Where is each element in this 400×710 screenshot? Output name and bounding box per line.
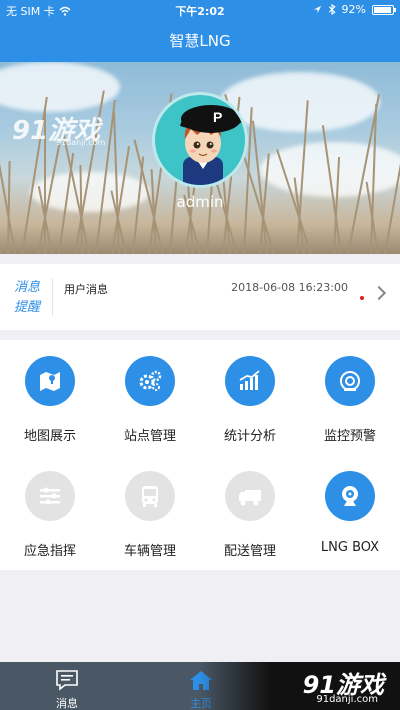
truck-icon [225,471,275,521]
watermark-url: 91danji.com [316,694,378,705]
grid-item-label: 车辆管理 [123,544,176,559]
username-label: admin [176,193,224,211]
divider [52,278,53,316]
status-bar: 无 SIM 卡 下午2:02 92% [0,0,400,20]
grid-item-stations[interactable]: 站点管理 [100,340,200,455]
grid-item-lng-box[interactable]: LNG BOX [300,455,400,570]
message-icon [56,670,78,691]
message-time: 2018-06-08 16:23:00 [231,281,348,294]
grid-item-label: 配送管理 [223,544,276,559]
grid-item-delivery[interactable]: 配送管理 [200,455,300,570]
grid-item-map[interactable]: 地图展示 [0,340,100,455]
gears-icon [125,356,175,406]
profile-banner: 91游戏 91danji.com P admin [0,62,400,254]
svg-text:P: P [213,109,222,125]
bluetooth-icon [328,4,336,15]
grid-item-label: 统计分析 [223,429,276,444]
status-right: 92% [313,3,396,16]
message-reminder-row[interactable]: 消息提醒 用户消息 2018-06-08 16:23:00 [0,264,400,330]
function-grid: 地图展示 站点管理 统计分析 监控预警 应急指挥 车辆管理 配送管理 LNG B… [0,340,400,570]
bus-icon [125,471,175,521]
avatar-portrait: P [180,105,245,185]
grid-item-emergency[interactable]: 应急指挥 [0,455,100,570]
grid-item-label: 地图展示 [23,429,76,444]
battery-icon [372,4,396,15]
sliders-icon [25,471,75,521]
grid-item-statistics[interactable]: 统计分析 [200,340,300,455]
battery-fill [374,6,391,13]
tab-messages[interactable]: 消息 [0,662,134,710]
grid-item-label: LNG BOX [320,540,380,555]
top-bar: 无 SIM 卡 下午2:02 92% 智慧LNG [0,0,400,62]
watermark-badge: 91游戏 91danji.com [200,662,400,710]
grid-item-label: 站点管理 [123,429,176,444]
battery-percent: 92% [341,3,366,16]
grid-item-label: 监控预警 [323,429,376,444]
grid-item-label: 应急指挥 [23,544,76,559]
chart-icon [225,356,275,406]
watermark-url: 91danji.com [56,138,106,147]
grid-item-monitoring[interactable]: 监控预警 [300,340,400,455]
camera-icon [325,471,375,521]
bottom-tab-bar: 消息 主页 91游戏 91danji.com [0,662,400,710]
unread-dot [360,296,364,300]
location-icon [313,5,321,14]
message-reminder-label: 消息提醒 [14,280,41,315]
alarm-icon [325,356,375,406]
map-icon [25,356,75,406]
grid-item-vehicles[interactable]: 车辆管理 [100,455,200,570]
avatar[interactable]: P [152,92,248,188]
chevron-right-icon[interactable] [371,285,387,301]
page-title: 智慧LNG [169,32,231,50]
message-title: 用户消息 [64,283,108,296]
tab-label: 消息 [56,697,78,710]
